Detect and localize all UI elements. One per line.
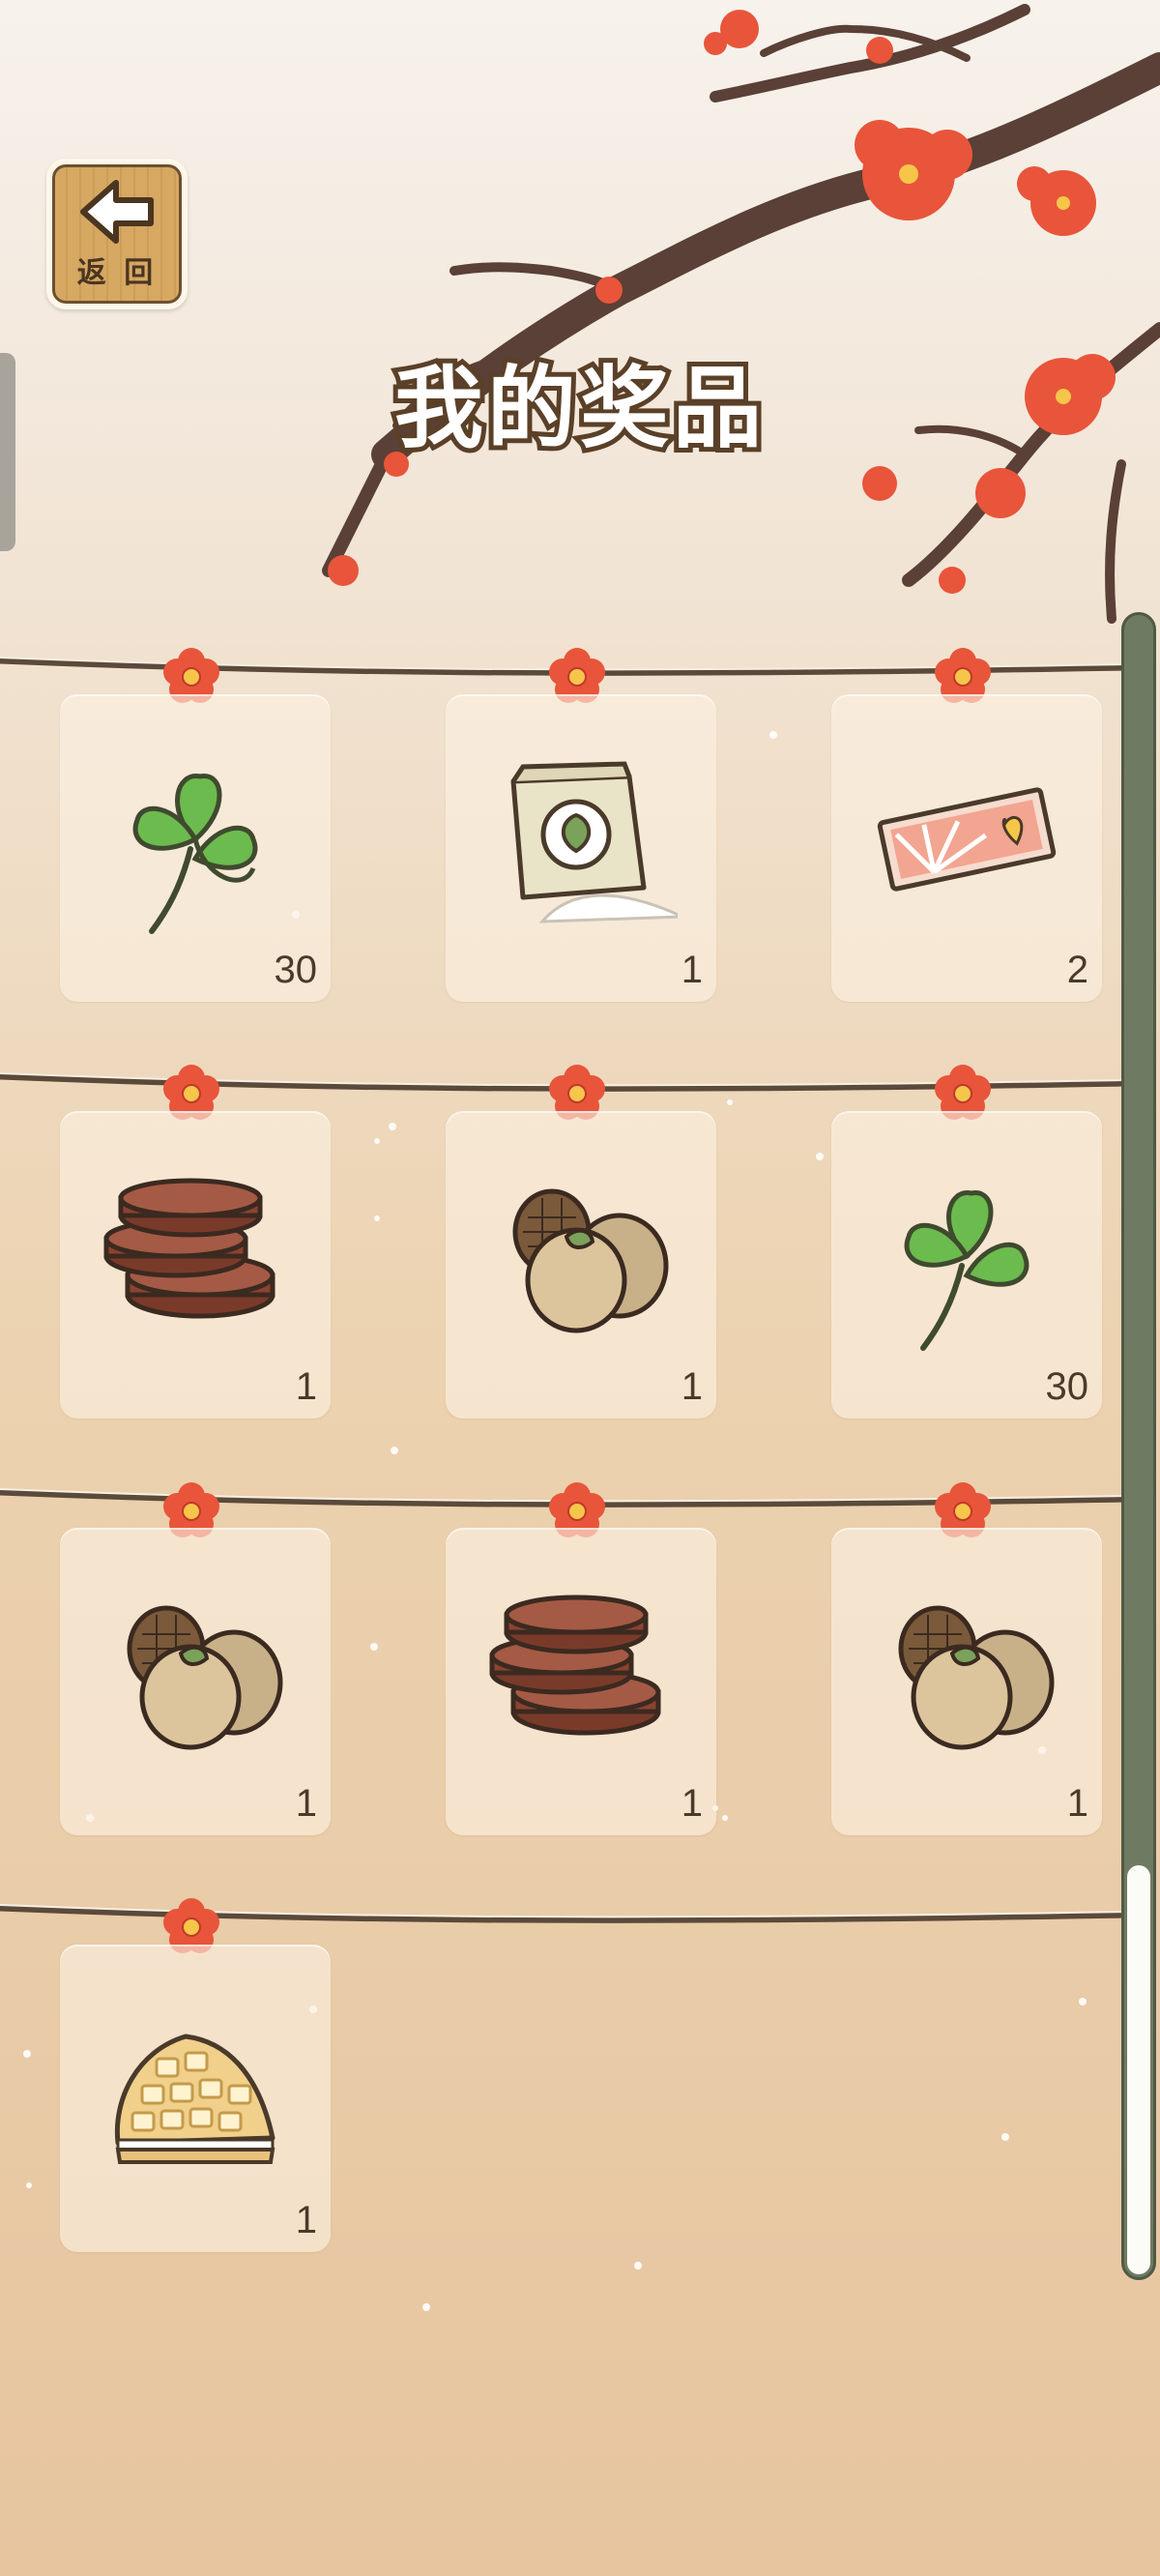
prize-card-ticket[interactable]: 2 <box>831 694 1102 1002</box>
prize-quantity: 1 <box>295 2199 317 2241</box>
prize-card-chestnut[interactable]: 1 <box>446 1111 716 1419</box>
clover-icon <box>904 1190 1030 1351</box>
page-title: 我的奖品 <box>390 352 767 465</box>
prize-card-log-cake[interactable]: 1 <box>446 1528 716 1835</box>
clover-icon <box>132 774 258 934</box>
prize-card-clover[interactable]: 30 <box>831 1111 1102 1419</box>
prize-quantity: 1 <box>681 949 703 991</box>
prize-card-clover[interactable]: 30 <box>60 694 331 1002</box>
prize-quantity: 1 <box>295 1365 317 1408</box>
log-cake-icon <box>103 1178 276 1319</box>
back-button[interactable]: 返 回 <box>46 159 188 309</box>
flour-bag-icon <box>510 761 678 923</box>
prize-quantity: 30 <box>274 949 318 991</box>
ticket-icon <box>877 787 1057 892</box>
prize-quantity: 1 <box>1066 1782 1088 1825</box>
prize-card-chestnut[interactable]: 1 <box>831 1528 1102 1835</box>
back-button-label: 返 回 <box>76 256 158 290</box>
chestnut-icon <box>898 1605 1055 1750</box>
scrollbar[interactable] <box>1121 612 1156 2280</box>
prize-quantity: 30 <box>1045 1365 1089 1408</box>
prize-quantity: 1 <box>681 1365 703 1408</box>
prize-quantity: 2 <box>1066 949 1088 991</box>
prize-card-flour[interactable]: 1 <box>446 694 716 1002</box>
prize-card-log-cake[interactable]: 1 <box>60 1111 331 1419</box>
prize-quantity: 1 <box>295 1782 317 1825</box>
prize-quantity: 1 <box>681 1782 703 1825</box>
scrollbar-thumb[interactable] <box>1127 1865 1150 2274</box>
waffle-icon <box>114 2034 276 2164</box>
chestnut-icon <box>127 1605 283 1750</box>
prize-card-waffle[interactable]: 1 <box>60 1945 331 2252</box>
prize-card-chestnut[interactable]: 1 <box>60 1528 331 1835</box>
log-cake-icon <box>489 1595 661 1736</box>
arrow-left-icon <box>80 180 154 244</box>
chestnut-icon <box>512 1188 669 1333</box>
